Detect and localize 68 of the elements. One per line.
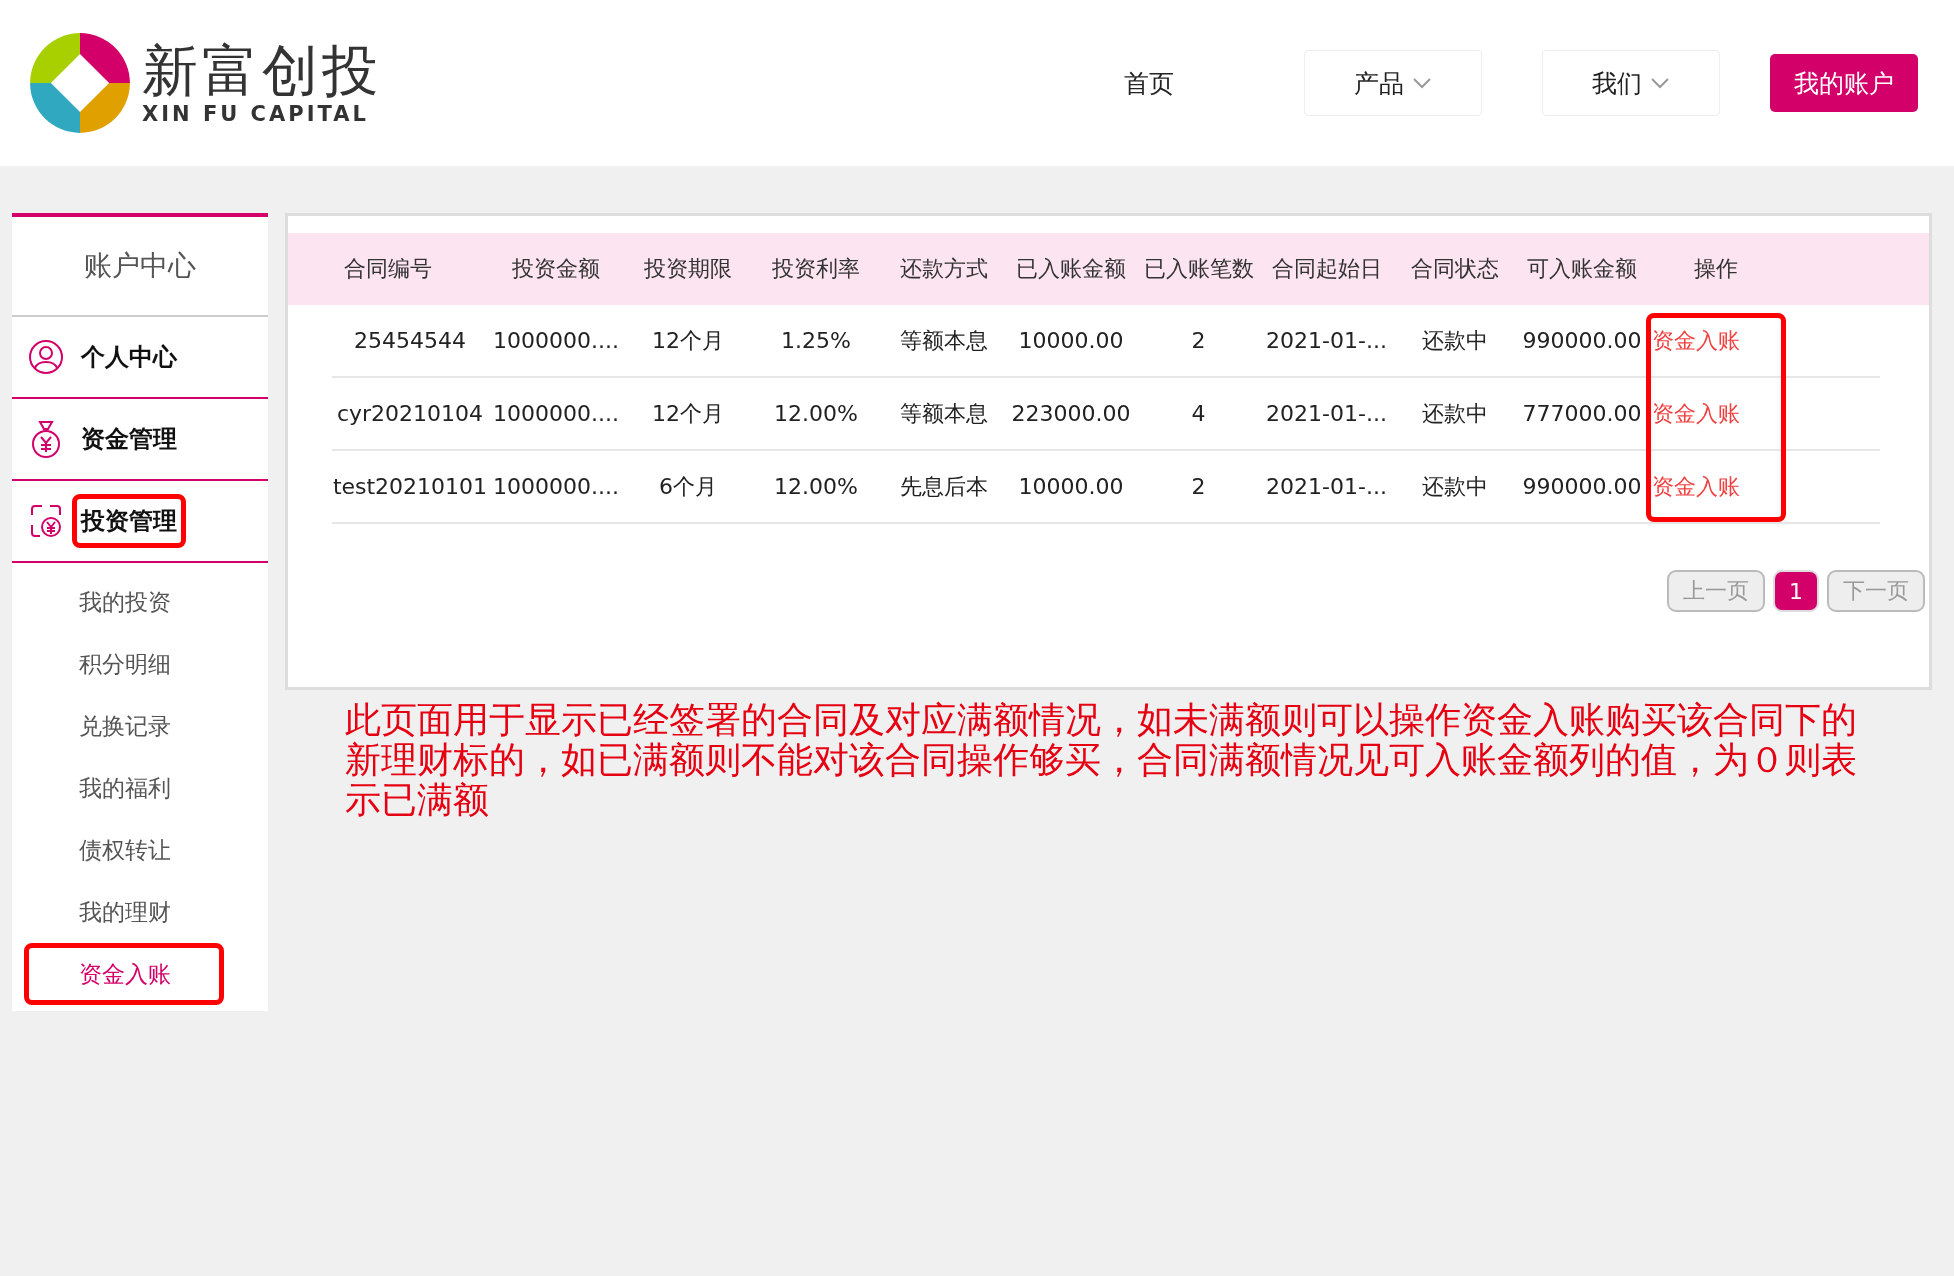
annotation-note: 此页面用于显示已经签署的合同及对应满额情况，如未满额则可以操作资金入账购买该合同下的新理财标的，如已满额则不能对该合同操作够买，合同满额情况见可入账金额列的值，为０则表示已满额 — [344, 698, 1858, 820]
table-cell: 223000.00 — [1011, 401, 1131, 426]
column-header: 合同起始日 — [1271, 255, 1382, 283]
column-header: 投资金额 — [512, 255, 600, 283]
column-header: 已入账笔数 — [1143, 255, 1254, 283]
table-cell: 2021-01-... — [1266, 401, 1387, 426]
submenu-item[interactable]: 我的福利 — [24, 757, 224, 819]
sidebar-item[interactable]: 投资管理 — [72, 494, 186, 548]
card-yen-icon — [28, 503, 64, 539]
chevron-down-icon — [1650, 77, 1670, 89]
column-header: 可入账金额 — [1527, 255, 1637, 283]
table-cell: 4 — [1191, 401, 1206, 426]
table-cell-text: 先息后本 — [899, 472, 988, 501]
column-header: 合同编号 — [344, 255, 432, 283]
table-cell-text: 6个月 — [659, 472, 717, 501]
table-cell: 2021-01-... — [1266, 474, 1387, 499]
sidebar-item[interactable]: 资金管理 — [72, 412, 186, 466]
table-cell: 10000.00 — [1018, 474, 1124, 499]
table-cell: 1000000.... — [493, 401, 619, 426]
deposit-link[interactable]: 资金入账 — [1652, 325, 1740, 356]
table-cell-text: 12个月 — [652, 326, 724, 355]
table-cell-text: 还款中 — [1421, 326, 1488, 355]
table-cell-text: 12个月 — [652, 399, 724, 428]
table-cell: 990000.00 — [1522, 474, 1642, 499]
deposit-link[interactable]: 资金入账 — [1652, 398, 1740, 429]
column-header: 操作 — [1694, 255, 1738, 283]
deposit-link[interactable]: 资金入账 — [1652, 471, 1740, 502]
submenu-item[interactable]: 我的理财 — [24, 881, 224, 943]
table-cell-text: 等额本息 — [899, 399, 988, 428]
nav-dropdown[interactable]: 我们 — [1542, 50, 1720, 116]
sidebar-title: 账户中心 — [12, 217, 268, 317]
table-cell: test20210101 — [332, 474, 488, 499]
table-cell: 12.00% — [774, 474, 858, 499]
table-cell: 10000.00 — [1018, 328, 1124, 353]
logo-icon — [28, 31, 132, 135]
page-button[interactable]: 1 — [1773, 570, 1819, 612]
user-icon — [28, 339, 64, 375]
submenu-item[interactable]: 积分明细 — [24, 633, 224, 695]
logo-tagline: XIN FU CAPITAL — [142, 101, 370, 126]
table-cell: 1.25% — [781, 328, 851, 353]
table-cell-text: 等额本息 — [899, 326, 988, 355]
sidebar-item[interactable]: 个人中心 — [72, 330, 186, 384]
column-header: 投资利率 — [772, 255, 860, 283]
nav-link[interactable]: 首页 — [1124, 66, 1174, 100]
table-cell: 12.00% — [774, 401, 858, 426]
table-cell-text: 还款中 — [1421, 399, 1488, 428]
submenu-item[interactable]: 资金入账 — [24, 943, 224, 1005]
logo-name: 新富创投 — [142, 40, 382, 102]
column-header: 还款方式 — [899, 255, 988, 283]
account-button[interactable]: 我的账户 — [1770, 54, 1918, 112]
table-cell: 990000.00 — [1522, 328, 1642, 353]
submenu-item[interactable]: 兑换记录 — [24, 695, 224, 757]
column-header: 已入账金额 — [1016, 255, 1126, 283]
table-cell: 2 — [1191, 474, 1206, 499]
table-cell-text: 还款中 — [1421, 472, 1488, 501]
submenu-item[interactable]: 我的投资 — [24, 571, 224, 633]
table-cell: 1000000.... — [493, 328, 619, 353]
table-cell: 1000000.... — [493, 474, 619, 499]
submenu-item[interactable]: 债权转让 — [24, 819, 224, 881]
column-header: 投资期限 — [644, 255, 732, 283]
table-cell: 2 — [1191, 328, 1206, 353]
column-header: 合同状态 — [1410, 255, 1499, 283]
table-cell: cyr20210104 — [336, 401, 484, 426]
chevron-down-icon — [1412, 77, 1432, 89]
table-cell: 25454544 — [354, 328, 466, 353]
table-cell: 2021-01-... — [1266, 328, 1387, 353]
table-cell: 777000.00 — [1522, 401, 1642, 426]
nav-dropdown[interactable]: 产品 — [1304, 50, 1482, 116]
